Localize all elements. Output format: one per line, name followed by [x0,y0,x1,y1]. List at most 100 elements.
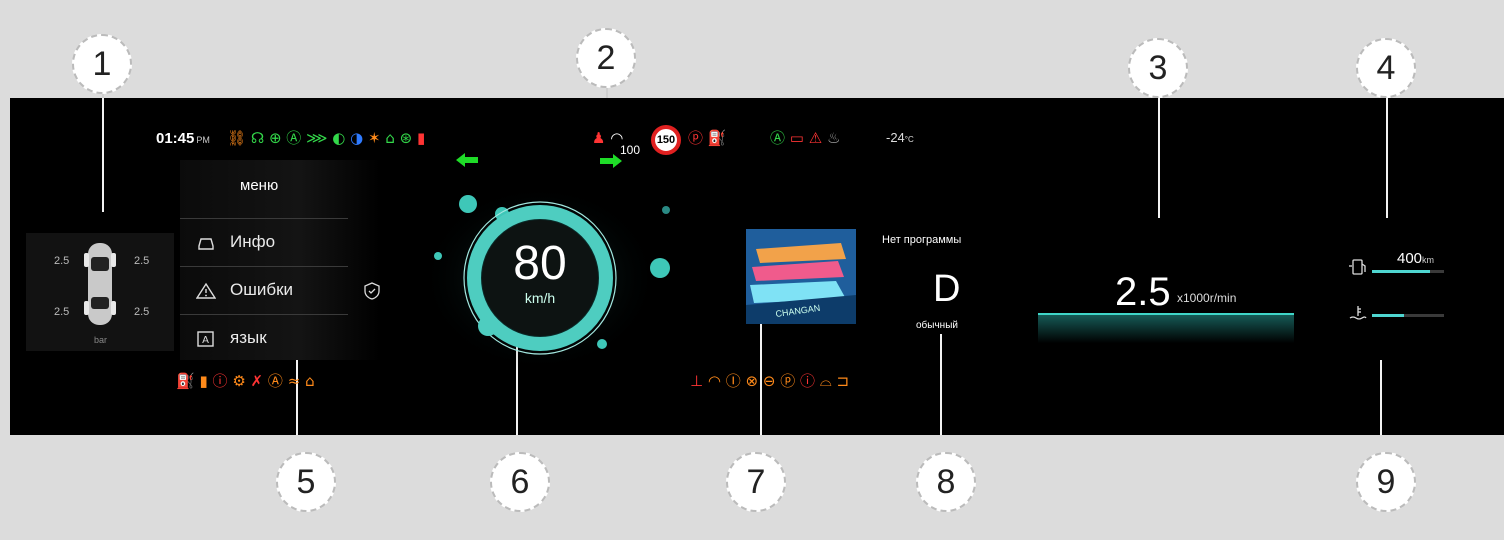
album-art[interactable]: CHANGAN [746,229,856,324]
car-icon [198,238,214,250]
rpm-unit: x1000r/min [1177,291,1237,305]
fuel-range: 400km [1397,250,1434,267]
callout-8: 8 [916,452,976,512]
media-status: Нет программы [882,234,962,246]
callout-7: 7 [726,452,786,512]
leader-line-8-inner [940,334,942,435]
cruise-speed: 100 [620,143,641,157]
lane-assist-icon: ⌂ [385,129,395,147]
shield-check-icon [364,282,380,300]
seat-heat-icon: ♨ [827,129,841,147]
outside-temperature: -24°C [886,130,914,145]
indicator-row-center: ♟ ◠ [592,130,623,146]
parking-brake-icon: ⓟ [688,129,704,147]
callout-2: 2 [576,28,636,88]
airbag-icon: ✗ [250,372,264,390]
fuel-door-icon: ⛽ [707,129,727,147]
drive-mode: обычный [916,320,958,331]
fuel-level-bar [1372,270,1444,273]
leader-line-1-inner [102,98,104,212]
epb-warning-icon: ⊖ [762,372,776,390]
menu-item-language-label: язык [230,328,267,347]
callout-3: 3 [1128,38,1188,98]
tire-pressure-panel: 2.5 2.5 2.5 2.5 bar [26,233,174,351]
esp-off-icon: ✶ [367,129,381,147]
warning-icon [196,282,216,299]
tire-fr-pressure: 2.5 [134,255,150,267]
turn-right-icon [600,154,622,168]
turn-left-icon [456,153,478,167]
tire-warning-icon: Ⓘ [725,372,741,390]
fuel-low-icon: ▮ [199,372,208,390]
leader-line-9-inner [1380,360,1382,435]
traction-warning-icon: ◠ [707,372,721,390]
abs-warning-icon: ⊗ [745,372,759,390]
outside-temp-value: -24 [886,130,905,145]
oil-pressure-icon: ⛽ [176,372,195,390]
speed-limit-sign: 150 [651,125,681,155]
position-light-icon: ⋙ [306,129,328,147]
leader-line-4-inner [1386,98,1388,218]
coolant-level-fill [1372,314,1405,317]
seatbelt-icon: ⛓ [227,129,247,147]
lane-warning-icon: ⌂ [305,372,315,390]
instrument-cluster: 01:45 PM ⛓ ☊ ⊕ Ⓐ ⋙ ◐ ◑ ✶ ⌂ ⊛ ▮ ♟ ◠ 100 15… [10,98,1504,435]
tire-fl-pressure: 2.5 [54,255,70,267]
callout-5: 5 [276,452,336,512]
seatbelt-warning-icon: ♟ [592,129,606,147]
callout-6: 6 [490,452,550,512]
parking-warning-icon: ⓟ [780,372,796,390]
tire-rr-pressure: 2.5 [134,306,150,318]
indicator-row-left: ⛓ ☊ ⊕ Ⓐ ⋙ ◐ ◑ ✶ ⌂ ⊛ ▮ [227,130,425,146]
menu-title: меню [240,177,279,194]
menu-item-errors[interactable]: Ошибки [180,266,348,314]
fuel-icon [1349,259,1366,275]
callout-4: 4 [1356,38,1416,98]
speed-value: 80 [513,237,567,290]
rpm-bar [1038,313,1294,343]
door-open-icon: ▮ [417,129,426,147]
low-beam-icon: ◐ [332,129,346,147]
steering-wheel-icon: ⊛ [399,129,413,147]
engine-check-icon: ⊐ [836,372,850,390]
auto-headlight-icon: Ⓐ [286,129,302,147]
page: 1 2 3 4 01:45 PM ⛓ ☊ ⊕ Ⓐ ⋙ ◐ ◑ ✶ ⌂ ⊛ ▮ ♟… [0,0,1504,540]
brake-system-icon: ⓘ [800,372,816,390]
menu-item-info[interactable]: Инфо [180,218,348,266]
menu-item-errors-label: Ошибки [230,280,294,299]
fuel-range-unit: km [1422,255,1435,265]
callout-1: 1 [72,34,132,94]
leader-line-3-inner [1158,98,1160,218]
auto-hold-icon: Ⓐ [770,129,786,147]
esp-warning-icon: ≈ [287,372,301,390]
coolant-warning-icon: ⊥ [690,372,704,390]
tire-pressure-unit: bar [94,335,108,345]
battery-icon: ▭ [789,129,804,147]
coolant-level-bar [1372,314,1444,317]
coolant-temp-icon [1349,306,1367,320]
warning-row-left: ⛽ ▮ ⓘ ⚙ ✗ Ⓐ ≈ ⌂ [176,372,315,390]
menu-item-info-label: Инфо [230,232,276,251]
engine-warning-icon: ⚙ [232,372,246,390]
speed-unit: km/h [524,290,556,306]
steering-assist-icon: ☊ [250,129,265,147]
gear-position: D [933,268,961,310]
tire-rl-pressure: 2.5 [54,306,70,318]
menu-item-language[interactable]: A язык [180,314,348,362]
car-top-view-icon [84,243,116,325]
indicator-row-center-2: ⓟ ⛽ [688,130,726,146]
clock: 01:45 PM [156,130,210,147]
rpm-value: 2.5 [1115,270,1171,314]
clock-ampm: PM [196,135,210,145]
fuel-level-fill [1372,270,1430,273]
brake-warning-icon: ⓘ [212,372,228,390]
album-art-image: CHANGAN [746,229,856,324]
rear-fog-icon: ⊕ [268,129,282,147]
callout-9: 9 [1356,452,1416,512]
language-icon: A [197,331,214,347]
pedestrian-warning-icon: ⚠ [808,129,823,147]
svg-text:A: A [202,335,209,346]
high-beam-icon: ◑ [350,129,364,147]
warning-row-right: ⊥ ◠ Ⓘ ⊗ ⊖ ⓟ ⓘ ⌓ ⊐ [690,372,849,390]
outside-temp-unit: °C [904,135,914,144]
